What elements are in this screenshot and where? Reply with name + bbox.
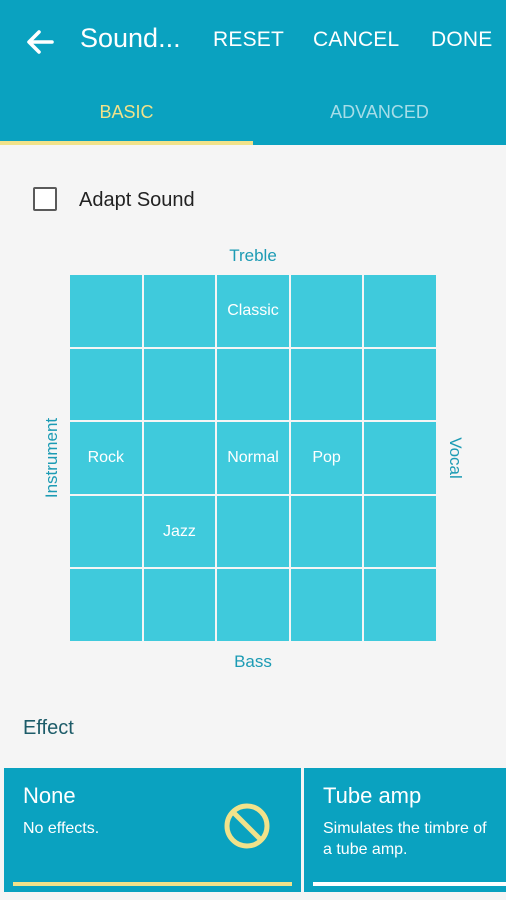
grid-cell[interactable] <box>70 275 142 347</box>
grid-cell[interactable] <box>217 348 289 421</box>
grid-cell[interactable] <box>70 348 142 421</box>
axis-label-bass: Bass <box>234 652 272 671</box>
reset-button[interactable]: RESET <box>213 28 284 52</box>
arrow-back-icon[interactable] <box>22 24 58 60</box>
grid-cell[interactable] <box>217 495 289 568</box>
grid-cell-pop[interactable]: Pop <box>290 422 363 494</box>
page-title: Sound... <box>80 23 181 53</box>
grid-cell[interactable] <box>70 495 142 568</box>
effect-card-none[interactable]: None No effects. <box>4 768 301 892</box>
effect-card-description: Simulates the timbre of a tube amp. <box>323 820 487 858</box>
grid-cell[interactable] <box>290 569 363 641</box>
cancel-button[interactable]: CANCEL <box>313 28 399 52</box>
axis-label-vocal: Vocal <box>446 437 465 479</box>
grid-cell[interactable] <box>364 569 436 641</box>
axis-label-treble: Treble <box>229 246 277 265</box>
grid-cell[interactable] <box>290 275 363 347</box>
tab-indicator <box>0 141 253 145</box>
effect-card-description: No effects. <box>23 820 100 837</box>
grid-cell[interactable] <box>70 569 142 641</box>
grid-cell[interactable] <box>143 275 216 347</box>
grid-cell[interactable] <box>364 422 436 494</box>
grid-cell[interactable] <box>217 569 289 641</box>
grid-cell[interactable] <box>364 495 436 568</box>
grid-cell-rock[interactable]: Rock <box>70 422 142 494</box>
tab-basic[interactable]: BASIC <box>0 102 253 123</box>
grid-cell[interactable] <box>143 569 216 641</box>
grid-cell[interactable] <box>290 495 363 568</box>
adapt-sound-label[interactable]: Adapt Sound <box>79 189 195 212</box>
sound-equalizer-grid: Classic Rock Normal Pop Jazz <box>70 275 436 641</box>
grid-cell[interactable] <box>364 275 436 347</box>
grid-cell-normal[interactable]: Normal <box>217 422 289 494</box>
effect-card-title: None <box>23 783 76 808</box>
effect-section-label: Effect <box>23 717 74 739</box>
selected-indicator <box>13 882 292 886</box>
app-bar: Sound... RESET CANCEL DONE BASIC ADVANCE… <box>0 0 506 145</box>
tab-advanced[interactable]: ADVANCED <box>253 102 506 123</box>
grid-cell[interactable] <box>290 348 363 421</box>
grid-cell-classic[interactable]: Classic <box>217 275 289 347</box>
grid-cell[interactable] <box>143 422 216 494</box>
done-button[interactable]: DONE <box>431 28 492 52</box>
grid-cell[interactable] <box>364 348 436 421</box>
card-underline <box>313 882 506 886</box>
grid-cell[interactable] <box>143 348 216 421</box>
grid-cell-jazz[interactable]: Jazz <box>143 495 216 568</box>
effect-card-title: Tube amp <box>323 783 422 808</box>
adapt-sound-checkbox[interactable] <box>33 187 57 211</box>
no-effect-icon <box>224 803 270 849</box>
axis-label-instrument: Instrument <box>42 417 61 499</box>
effect-card-tube-amp[interactable]: Tube amp Simulates the timbre of a tube … <box>304 768 506 892</box>
